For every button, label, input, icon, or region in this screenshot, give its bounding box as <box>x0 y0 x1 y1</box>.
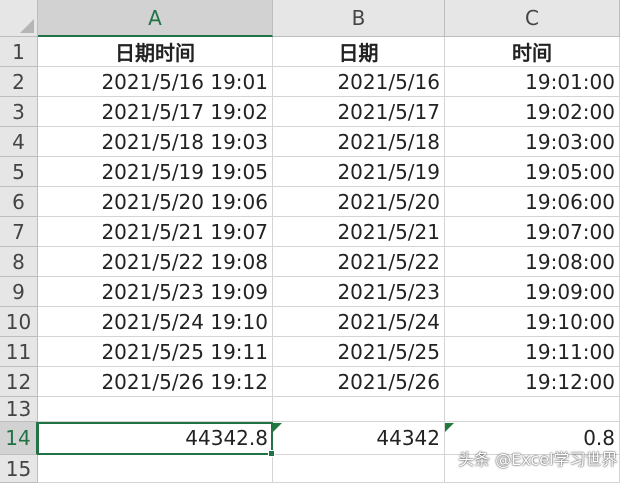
cell-a7[interactable]: 2021/5/21 19:07 <box>38 217 273 247</box>
cell-c3[interactable]: 19:02:00 <box>445 97 620 127</box>
cell-c7[interactable]: 19:07:00 <box>445 217 620 247</box>
row-header-2[interactable]: 2 <box>0 67 38 97</box>
cell-b9[interactable]: 2021/5/23 <box>273 277 445 307</box>
fill-handle[interactable] <box>268 450 275 457</box>
cell-a15[interactable] <box>38 455 273 483</box>
spreadsheet-grid: A B C 1 日期时间 日期 时间 2 2021/5/16 19:01 2021/… <box>0 0 640 483</box>
row-header-8[interactable]: 8 <box>0 247 38 277</box>
cell-a9[interactable]: 2021/5/23 19:09 <box>38 277 273 307</box>
cell-a14[interactable]: 44342.8 <box>38 422 273 455</box>
row-header-12[interactable]: 12 <box>0 367 38 397</box>
row-header-14[interactable]: 14 <box>0 422 38 455</box>
row-header-1[interactable]: 1 <box>0 37 38 67</box>
cell-b10[interactable]: 2021/5/24 <box>273 307 445 337</box>
cell-a1[interactable]: 日期时间 <box>38 37 273 67</box>
row-header-5[interactable]: 5 <box>0 157 38 187</box>
row-header-9[interactable]: 9 <box>0 277 38 307</box>
cell-c10[interactable]: 19:10:00 <box>445 307 620 337</box>
cell-b4[interactable]: 2021/5/18 <box>273 127 445 157</box>
column-header-a[interactable]: A <box>38 0 273 37</box>
cell-b13[interactable] <box>273 397 445 422</box>
row-header-7[interactable]: 7 <box>0 217 38 247</box>
cell-b3[interactable]: 2021/5/17 <box>273 97 445 127</box>
cell-a13[interactable] <box>38 397 273 422</box>
cell-b1[interactable]: 日期 <box>273 37 445 67</box>
row-header-4[interactable]: 4 <box>0 127 38 157</box>
cell-c12[interactable]: 19:12:00 <box>445 367 620 397</box>
error-indicator-c14-icon <box>445 423 454 432</box>
cell-c11[interactable]: 19:11:00 <box>445 337 620 367</box>
select-all-triangle-icon <box>20 19 34 33</box>
row-header-11[interactable]: 11 <box>0 337 38 367</box>
column-header-c[interactable]: C <box>445 0 620 37</box>
cell-a10[interactable]: 2021/5/24 19:10 <box>38 307 273 337</box>
row-header-6[interactable]: 6 <box>0 187 38 217</box>
cell-c13[interactable] <box>445 397 620 422</box>
cell-a2[interactable]: 2021/5/16 19:01 <box>38 67 273 97</box>
row-header-3[interactable]: 3 <box>0 97 38 127</box>
row-header-10[interactable]: 10 <box>0 307 38 337</box>
cell-b2[interactable]: 2021/5/16 <box>273 67 445 97</box>
cell-a11[interactable]: 2021/5/25 19:11 <box>38 337 273 367</box>
cell-b14[interactable]: 44342 <box>273 422 445 455</box>
row-header-13[interactable]: 13 <box>0 397 38 422</box>
cell-b5[interactable]: 2021/5/19 <box>273 157 445 187</box>
row-header-15[interactable]: 15 <box>0 455 38 483</box>
cell-a4[interactable]: 2021/5/18 19:03 <box>38 127 273 157</box>
cell-a12[interactable]: 2021/5/26 19:12 <box>38 367 273 397</box>
cell-a3[interactable]: 2021/5/17 19:02 <box>38 97 273 127</box>
cell-b8[interactable]: 2021/5/22 <box>273 247 445 277</box>
cell-b15[interactable] <box>273 455 445 483</box>
cell-a5[interactable]: 2021/5/19 19:05 <box>38 157 273 187</box>
cell-c8[interactable]: 19:08:00 <box>445 247 620 277</box>
cell-b6[interactable]: 2021/5/20 <box>273 187 445 217</box>
error-indicator-b14-icon <box>273 423 282 432</box>
cell-a8[interactable]: 2021/5/22 19:08 <box>38 247 273 277</box>
select-all-corner[interactable] <box>0 0 38 37</box>
cell-b12[interactable]: 2021/5/26 <box>273 367 445 397</box>
watermark-text: 头条 @Excel学习世界 <box>458 450 618 469</box>
cell-c4[interactable]: 19:03:00 <box>445 127 620 157</box>
cell-c1[interactable]: 时间 <box>445 37 620 67</box>
cell-c2[interactable]: 19:01:00 <box>445 67 620 97</box>
cell-b11[interactable]: 2021/5/25 <box>273 337 445 367</box>
cell-c5[interactable]: 19:05:00 <box>445 157 620 187</box>
cell-b7[interactable]: 2021/5/21 <box>273 217 445 247</box>
column-header-b[interactable]: B <box>273 0 445 37</box>
cell-a6[interactable]: 2021/5/20 19:06 <box>38 187 273 217</box>
cell-c9[interactable]: 19:09:00 <box>445 277 620 307</box>
cell-c6[interactable]: 19:06:00 <box>445 187 620 217</box>
